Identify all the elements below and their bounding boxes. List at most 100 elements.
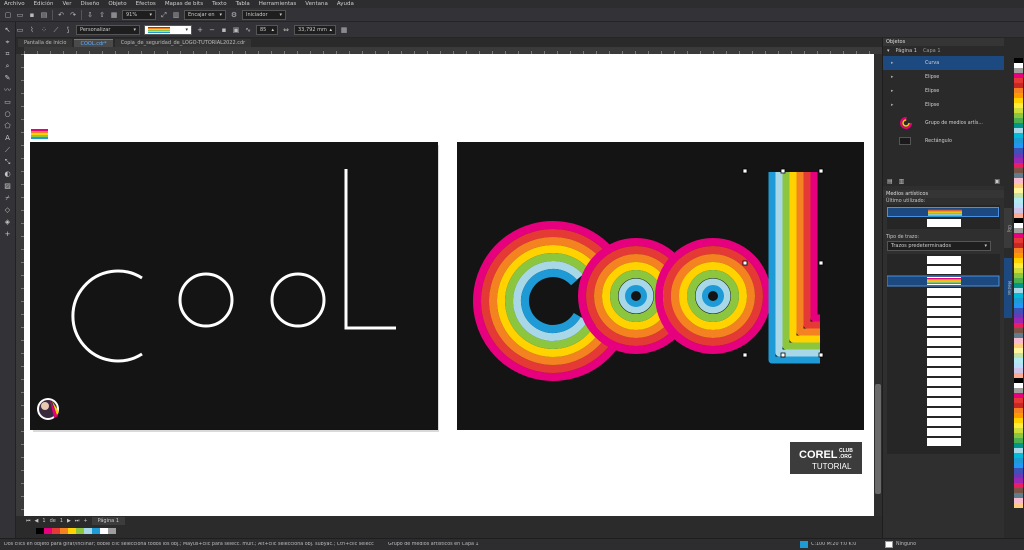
vertical-scrollbar[interactable] (874, 54, 882, 516)
menu-ver[interactable]: Ver (62, 1, 71, 7)
parallel-dimension-tool-icon[interactable]: ⟋ (3, 146, 13, 154)
dock-tab-objects[interactable]: Obj (1004, 208, 1012, 248)
expand-icon[interactable]: ▸ (891, 61, 899, 66)
avatar-logo[interactable] (37, 398, 59, 420)
menu-ventana[interactable]: Ventana (305, 1, 328, 7)
first-page-icon[interactable]: ⏮ (26, 518, 31, 524)
delete-icon[interactable]: ▣ (994, 178, 1000, 185)
rainbow-letter-l[interactable] (768, 172, 820, 364)
expand-icon[interactable]: ▸ (891, 75, 899, 80)
print-icon[interactable]: ▤ (40, 11, 48, 19)
preset-icon[interactable]: ▭ (16, 26, 24, 34)
swatch-blue[interactable] (92, 528, 100, 534)
prev-page-icon[interactable]: ◀ (35, 518, 39, 524)
settings-icon[interactable]: ▦ (340, 26, 348, 34)
menu-efectos[interactable]: Efectos (136, 1, 156, 7)
menu-tabla[interactable]: Tabla (236, 1, 250, 7)
swatch-yellow[interactable] (68, 528, 76, 534)
vertical-ruler[interactable] (16, 54, 24, 516)
last-page-icon[interactable]: ⏭ (75, 518, 80, 524)
remove-preset-icon[interactable]: − (208, 26, 216, 34)
swatch-gray[interactable] (108, 528, 116, 534)
new-master-layer-icon[interactable]: ▥ (899, 178, 905, 185)
next-page-icon[interactable]: ▶ (67, 518, 71, 524)
outline-none-icon[interactable] (885, 541, 893, 548)
menu-archivo[interactable]: Archivo (4, 1, 25, 7)
right-artboard[interactable] (449, 142, 864, 430)
menu-mapas-de-bits[interactable]: Mapas de bits (165, 1, 203, 7)
ellipse-tool-icon[interactable]: ○ (3, 110, 13, 118)
tree-item-curva[interactable]: ▸ Curva (883, 56, 1004, 70)
zoom-level-select[interactable]: 91% ▾ (122, 9, 156, 20)
expand-icon[interactable]: ▸ (891, 103, 899, 108)
open-folder-icon[interactable]: ▭ (16, 11, 24, 19)
export-icon[interactable]: ⇧ (98, 11, 106, 19)
swatch-black[interactable] (36, 528, 44, 534)
zoom-tool-icon[interactable]: ⌕ (3, 62, 13, 70)
transparency-tool-icon[interactable]: ▨ (3, 182, 13, 190)
expand-icon[interactable]: ▸ (891, 89, 899, 94)
smoothing-icon[interactable]: ∿ (244, 26, 252, 34)
options-gear-icon[interactable]: ⚙ (230, 11, 238, 19)
crop-tool-icon[interactable]: ⌗ (3, 50, 13, 58)
new-layer-icon[interactable]: ▤ (887, 178, 893, 185)
last-used-item-rainbow[interactable] (887, 207, 999, 217)
tab-cool-cdr[interactable]: COOL.cdr* (74, 39, 113, 47)
swatch-light-blue[interactable] (84, 528, 92, 534)
page-tab-1[interactable]: Página 1 (91, 517, 125, 525)
corel-club-badge[interactable]: COREL CLUB .ORG TUTORIAL (790, 442, 862, 474)
undo-icon[interactable]: ↶ (57, 11, 65, 19)
menu-texto[interactable]: Texto (212, 1, 227, 7)
left-artboard[interactable] (30, 142, 439, 432)
new-document-icon[interactable]: ▢ (4, 11, 12, 19)
smoothing-input[interactable]: 85 ▴ (256, 24, 278, 35)
brush-icon[interactable]: ⌇ (28, 26, 36, 34)
swatch-magenta[interactable] (44, 528, 52, 534)
tab-start-screen[interactable]: Pantalla de inicio (18, 39, 73, 47)
tree-item-elipse-1[interactable]: ▸ Elipse (883, 70, 1004, 84)
menu-ayuda[interactable]: Ayuda (337, 1, 354, 7)
save-preset-icon[interactable]: ▪ (220, 26, 228, 34)
swatch-red[interactable] (52, 528, 60, 534)
add-page-icon[interactable]: + (83, 518, 87, 524)
fill-swatch[interactable] (800, 541, 808, 548)
pressure-icon[interactable]: ⟆ (64, 26, 72, 34)
fullscreen-icon[interactable]: ⤢ (160, 11, 168, 19)
tab-backup-logo[interactable]: Copia_de_seguridad_de_LOGO-TUTORIAL2022.… (114, 39, 252, 47)
pdf-icon[interactable]: ▦ (110, 11, 118, 19)
tree-item-elipse-3[interactable]: ▸ Elipse (883, 98, 1004, 112)
pick-tool-icon[interactable]: ↖ (3, 26, 13, 34)
sprayer-icon[interactable]: ⁘ (40, 26, 48, 34)
delete-preset-icon[interactable]: ▣ (232, 26, 240, 34)
calligraphic-icon[interactable]: ⟋ (52, 26, 60, 34)
shape-tool-icon[interactable]: ⌖ (3, 38, 13, 46)
tree-item-rectangulo[interactable]: Rectángulo (883, 134, 1004, 148)
snap-to-select[interactable]: Encajar en ▾ (184, 9, 226, 20)
add-tool-icon[interactable]: + (3, 230, 13, 238)
vertical-scroll-thumb[interactable] (875, 384, 881, 494)
collapse-icon[interactable]: ▾ (887, 48, 890, 54)
freehand-tool-icon[interactable]: ✎ (3, 74, 13, 82)
add-preset-icon[interactable]: + (196, 26, 204, 34)
launcher-select[interactable]: Iniciador ▾ (242, 9, 286, 20)
rulers-icon[interactable]: ▥ (172, 11, 180, 19)
stroke-preview-select[interactable]: ▾ (144, 24, 192, 35)
save-icon[interactable]: ▪ (28, 11, 36, 19)
page-layer-row[interactable]: ▾ Página 1 Capa 1 (883, 46, 1004, 56)
swatch-green[interactable] (76, 528, 84, 534)
menu-diseno[interactable]: Diseño (80, 1, 99, 7)
menu-edicion[interactable]: Edición (34, 1, 54, 7)
smart-fill-tool-icon[interactable]: ◈ (3, 218, 13, 226)
tree-item-elipse-2[interactable]: ▸ Elipse (883, 84, 1004, 98)
swatch-orange[interactable] (60, 528, 68, 534)
swatch-white[interactable] (100, 528, 108, 534)
redo-icon[interactable]: ↷ (69, 11, 77, 19)
stroke-width-input[interactable]: 33,792 mm ▴ (294, 24, 336, 35)
drawing-canvas[interactable]: COREL CLUB .ORG TUTORIAL (24, 54, 874, 516)
tree-item-artistic-group[interactable]: Grupo de medios artís... (883, 112, 1004, 134)
horizontal-ruler[interactable] (24, 47, 882, 54)
dock-tab-artistic-media[interactable]: Medios (1004, 258, 1012, 318)
preset-select[interactable]: Personalizar ▾ (76, 24, 140, 35)
import-icon[interactable]: ⇩ (86, 11, 94, 19)
rectangle-tool-icon[interactable]: ▭ (3, 98, 13, 106)
